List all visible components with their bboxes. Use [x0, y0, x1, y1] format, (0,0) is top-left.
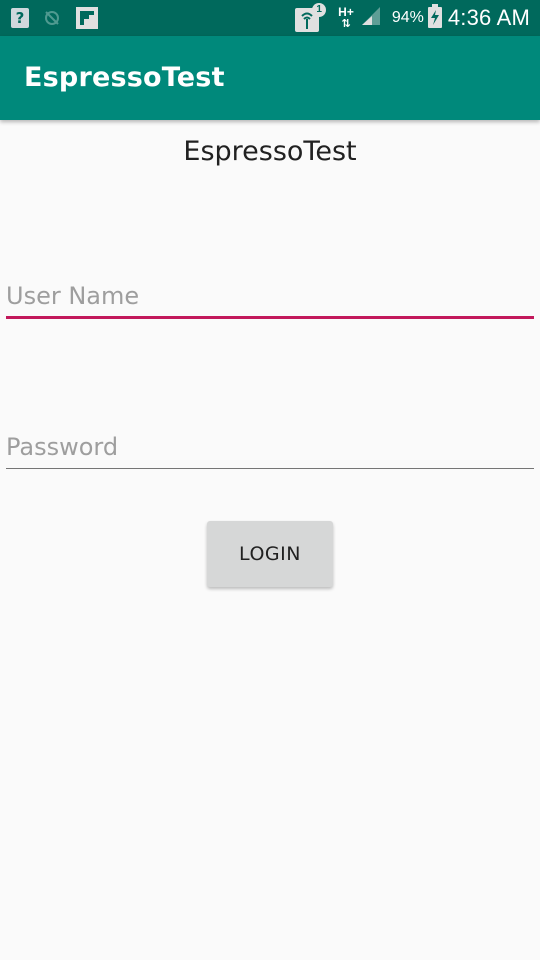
status-bar: ? 1 H+ ⇅ 94% 4:36 AM — [0, 0, 540, 36]
battery-charging-icon — [427, 3, 442, 33]
notification-badge: 1 — [312, 3, 327, 17]
flipboard-icon — [74, 7, 100, 29]
hotspot-icon: 1 — [294, 3, 327, 33]
signal-icon — [360, 5, 382, 32]
app-bar-title: EspressoTest — [24, 62, 225, 93]
network-type-label: H+ — [338, 5, 354, 19]
network-type-indicator: H+ ⇅ — [338, 6, 354, 30]
username-placeholder: User Name — [6, 282, 140, 310]
password-underline — [6, 468, 534, 469]
help-icon: ? — [10, 7, 30, 29]
data-arrows-icon: ⇅ — [341, 18, 351, 30]
sync-off-icon — [42, 7, 62, 29]
username-underline — [6, 316, 534, 319]
page-title: EspressoTest — [183, 136, 357, 167]
password-field[interactable]: Password — [6, 433, 534, 473]
battery-percent: 94% — [391, 9, 424, 26]
login-button[interactable]: LOGIN — [207, 521, 333, 587]
clock: 4:36 AM — [447, 5, 530, 30]
status-bar-right-icons: 1 H+ ⇅ 94% 4:36 AM — [294, 0, 530, 36]
status-bar-left-icons: ? — [10, 6, 112, 30]
username-field[interactable]: User Name — [6, 282, 534, 322]
password-placeholder: Password — [6, 433, 119, 461]
svg-text:?: ? — [16, 9, 25, 27]
app-bar: EspressoTest — [0, 36, 540, 120]
